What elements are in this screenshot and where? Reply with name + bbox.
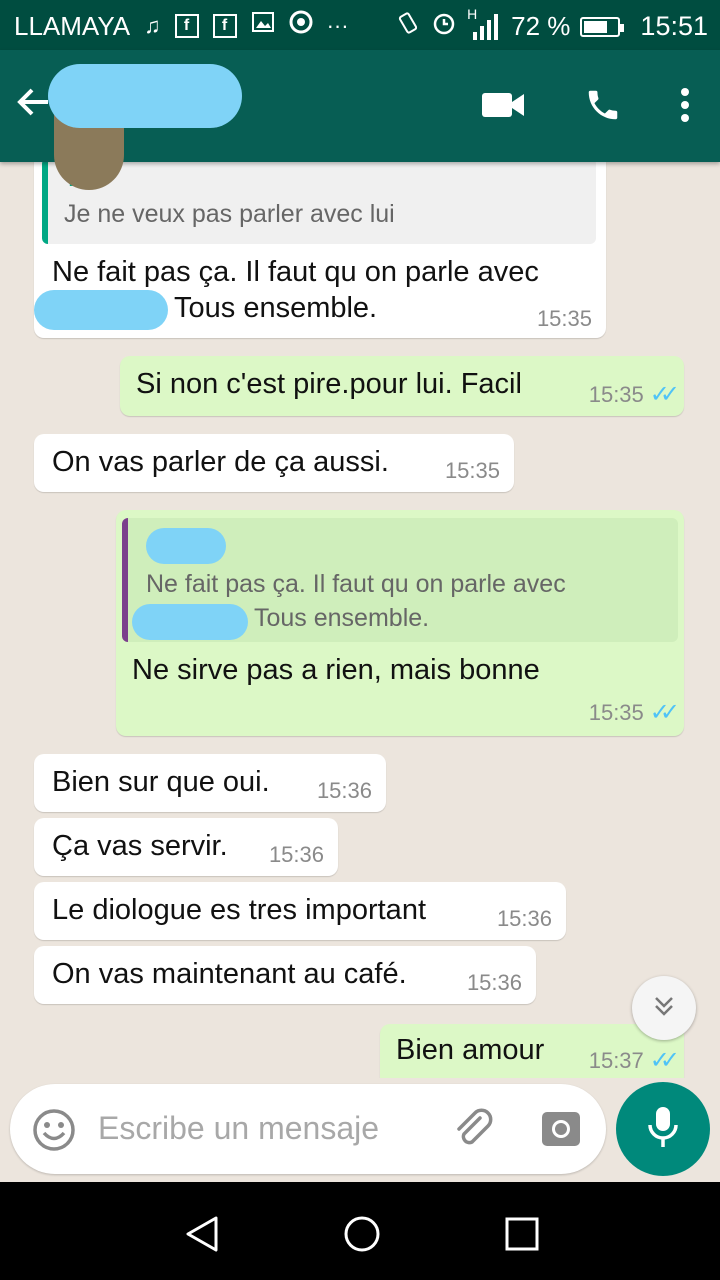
battery-level (584, 20, 608, 33)
redacted-contact-name[interactable] (48, 64, 242, 128)
message-incoming[interactable]: On vas maintenant au café. 15:36 (34, 946, 536, 1004)
message-text: Ne sirve pas a rien, mais bonne (132, 654, 540, 686)
image-icon (251, 10, 275, 42)
message-outgoing[interactable]: Bien amour 15:37 ✓✓ (380, 1024, 684, 1078)
nav-back-icon[interactable] (182, 1214, 220, 1259)
message-time: 15:36 (496, 906, 552, 931)
camera-icon[interactable] (540, 1108, 582, 1155)
read-ticks-icon: ✓✓ (649, 699, 680, 726)
alarm-icon (431, 10, 457, 43)
more-vert-icon[interactable] (680, 87, 690, 128)
message-time: 15:36 (316, 778, 372, 803)
message-input[interactable]: Escribe un mensaje (10, 1084, 606, 1174)
network-type-label: H (467, 5, 478, 22)
quote-text: Je ne veux pas parler avec lui (64, 200, 395, 228)
message-time: 15:37 ✓✓ (588, 1047, 680, 1074)
battery-icon (580, 16, 625, 37)
message-text: Le diologue es tres important (52, 894, 426, 926)
message-text: On vas maintenant au café. (52, 958, 407, 990)
message-time: 15:35 (444, 458, 500, 483)
nav-home-icon[interactable] (342, 1214, 382, 1259)
message-text: On vas parler de ça aussi. (52, 446, 389, 478)
scroll-down-button[interactable] (632, 976, 696, 1040)
read-ticks-icon: ✓✓ (649, 1047, 680, 1074)
chrome-icon (289, 10, 313, 42)
carrier-name: LLAMAYA (14, 10, 131, 41)
facebook-icon: f (212, 14, 237, 38)
mic-button[interactable] (616, 1082, 710, 1176)
message-text: Bien amour (396, 1034, 545, 1066)
emoji-icon[interactable] (32, 1108, 76, 1157)
facebook-icon: f (174, 14, 199, 38)
paperclip-icon[interactable] (450, 1106, 496, 1157)
message-text: Si non c'est pire.pour lui. Facil (136, 368, 522, 400)
message-time: 15:36 (268, 842, 324, 867)
quote-text: Ne fait pas ça. Il faut qu on parle avec (146, 570, 566, 598)
message-time: 15:35 ✓✓ (588, 381, 680, 408)
message-text: Ça vas servir. (52, 830, 228, 862)
more-dots-icon: ··· (326, 13, 349, 38)
clock: 15:51 (640, 11, 708, 41)
chevron-double-down-icon (650, 992, 678, 1025)
message-time: 15:35 ✓✓ (588, 699, 680, 726)
system-nav-bar (0, 1184, 720, 1280)
message-incoming[interactable]: Bien sur que oui. 15:36 (34, 754, 386, 812)
message-text: Tous ensemble. (174, 292, 378, 324)
message-incoming[interactable]: Le diologue es tres important 15:36 (34, 882, 566, 940)
status-bar: LLAMAYA ♫ f f ··· H 72 % 15:51 (0, 0, 720, 50)
redacted-name (34, 290, 168, 330)
quoted-message[interactable]: Tú Je ne veux pas parler avec lui (42, 162, 596, 244)
battery-percent: 72 % (511, 11, 571, 41)
read-ticks-icon: ✓✓ (649, 381, 680, 408)
message-outgoing[interactable]: Ne fait pas ça. Il faut qu on parle avec… (116, 510, 684, 736)
quote-text: Tous ensemble. (254, 604, 430, 632)
vibrate-icon (395, 10, 421, 43)
message-list[interactable]: Tú Je ne veux pas parler avec lui Ne fai… (0, 162, 720, 1078)
music-note-icon: ♫ (144, 13, 161, 38)
message-input-placeholder[interactable]: Escribe un mensaje (98, 1110, 379, 1147)
message-time: 15:36 (466, 970, 522, 995)
message-outgoing[interactable]: Si non c'est pire.pour lui. Facil 15:35 ✓… (120, 356, 684, 416)
message-incoming[interactable]: Tú Je ne veux pas parler avec lui Ne fai… (34, 162, 606, 338)
quoted-message[interactable]: Ne fait pas ça. Il faut qu on parle avec… (122, 518, 678, 642)
message-incoming[interactable]: On vas parler de ça aussi. 15:35 (34, 434, 514, 492)
phone-icon[interactable] (584, 86, 622, 129)
message-text: Bien sur que oui. (52, 766, 270, 798)
signal-icon: H (467, 6, 501, 42)
message-incoming[interactable]: Ça vas servir. 15:36 (34, 818, 338, 876)
redacted-quote-author (146, 528, 226, 564)
mic-icon (646, 1105, 680, 1154)
nav-recents-icon[interactable] (504, 1216, 540, 1257)
chat-header (0, 50, 720, 190)
message-time: 15:35 (536, 306, 592, 331)
redacted-name (132, 604, 248, 640)
video-call-icon[interactable] (482, 90, 526, 125)
message-text: Ne fait pas ça. Il faut qu on parle avec (52, 256, 539, 288)
